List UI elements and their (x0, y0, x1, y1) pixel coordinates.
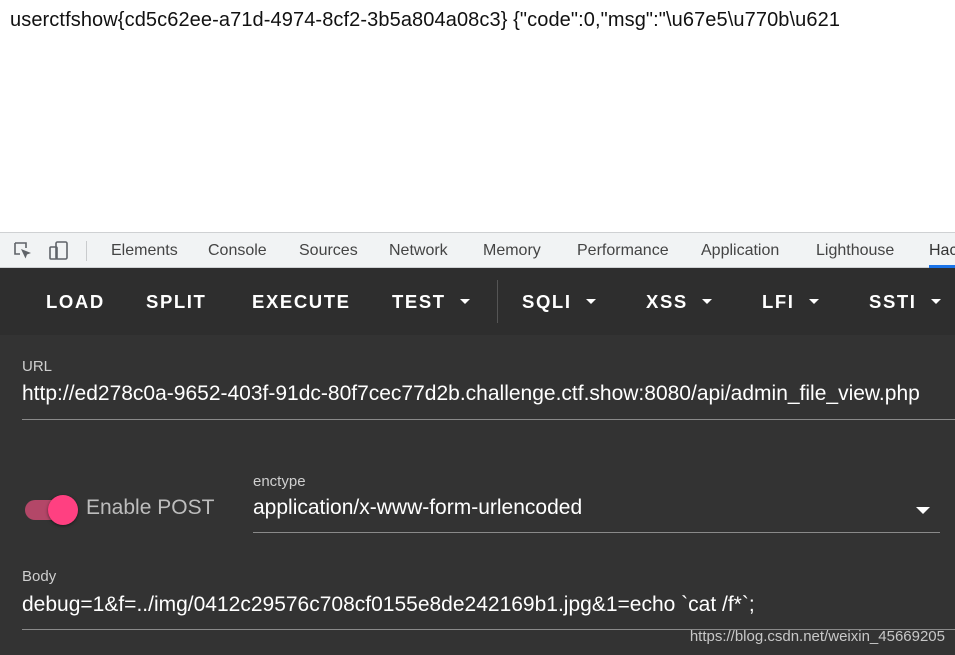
enable-post-toggle-thumb[interactable] (48, 495, 78, 525)
inspect-element-icon[interactable] (12, 240, 34, 262)
tab-network[interactable]: Network (389, 233, 448, 268)
tab-memory[interactable]: Memory (483, 233, 541, 268)
chevron-down-icon[interactable] (916, 507, 930, 514)
enable-post-label: Enable POST (86, 496, 215, 519)
ssti-menu-button[interactable]: SSTI (869, 268, 941, 335)
split-button[interactable]: SPLIT (146, 268, 206, 335)
body-input[interactable]: debug=1&f=../img/0412c29576c708cf0155e8d… (22, 593, 955, 617)
chevron-down-icon (585, 298, 596, 304)
xss-menu-label: XSS (646, 291, 688, 312)
enctype-underline (253, 532, 940, 533)
chevron-down-icon (930, 298, 941, 304)
split-button-label: SPLIT (146, 291, 207, 312)
device-toolbar-icon[interactable] (48, 240, 70, 262)
tab-lighthouse[interactable]: Lighthouse (816, 233, 894, 268)
enctype-label: enctype (253, 473, 306, 490)
test-menu-button[interactable]: TEST (392, 268, 470, 335)
chevron-down-icon (808, 298, 819, 304)
toolbar-divider (497, 280, 498, 323)
lfi-menu-button[interactable]: LFI (762, 268, 819, 335)
tab-console[interactable]: Console (208, 233, 267, 268)
xss-menu-button[interactable]: XSS (646, 268, 712, 335)
url-input[interactable]: http://ed278c0a-9652-403f-91dc-80f7cec77… (22, 382, 955, 406)
toolbar-separator (86, 241, 87, 261)
chevron-down-icon (459, 298, 470, 304)
load-button-label: LOAD (46, 291, 105, 312)
sqli-menu-label: SQLI (522, 291, 572, 312)
page-content: userctfshow{cd5c62ee-a71d-4974-8cf2-3b5a… (0, 0, 955, 232)
hackbar-panel: LOAD SPLIT EXECUTE TEST SQLI XSS LFI SST… (0, 268, 955, 655)
body-label: Body (22, 568, 57, 585)
test-menu-label: TEST (392, 291, 446, 312)
url-label: URL (22, 358, 53, 375)
sqli-menu-button[interactable]: SQLI (522, 268, 596, 335)
devtools-tabbar: Elements Console Sources Network Memory … (0, 232, 955, 268)
tab-application[interactable]: Application (701, 233, 779, 268)
execute-button[interactable]: EXECUTE (252, 268, 351, 335)
tab-hackbar[interactable]: Hac (929, 233, 955, 268)
response-text: userctfshow{cd5c62ee-a71d-4974-8cf2-3b5a… (10, 9, 841, 31)
chevron-down-icon (701, 298, 712, 304)
hackbar-toolbar: LOAD SPLIT EXECUTE TEST SQLI XSS LFI SST… (0, 268, 955, 335)
ssti-menu-label: SSTI (869, 291, 917, 312)
tab-performance[interactable]: Performance (577, 233, 669, 268)
tab-sources[interactable]: Sources (299, 233, 358, 268)
url-underline (22, 419, 955, 420)
tab-elements[interactable]: Elements (111, 233, 178, 268)
enctype-select[interactable]: application/x-www-form-urlencoded (253, 496, 903, 520)
watermark: https://blog.csdn.net/weixin_45669205 (689, 628, 945, 645)
lfi-menu-label: LFI (762, 291, 795, 312)
load-button[interactable]: LOAD (46, 268, 105, 335)
execute-button-label: EXECUTE (252, 291, 351, 312)
